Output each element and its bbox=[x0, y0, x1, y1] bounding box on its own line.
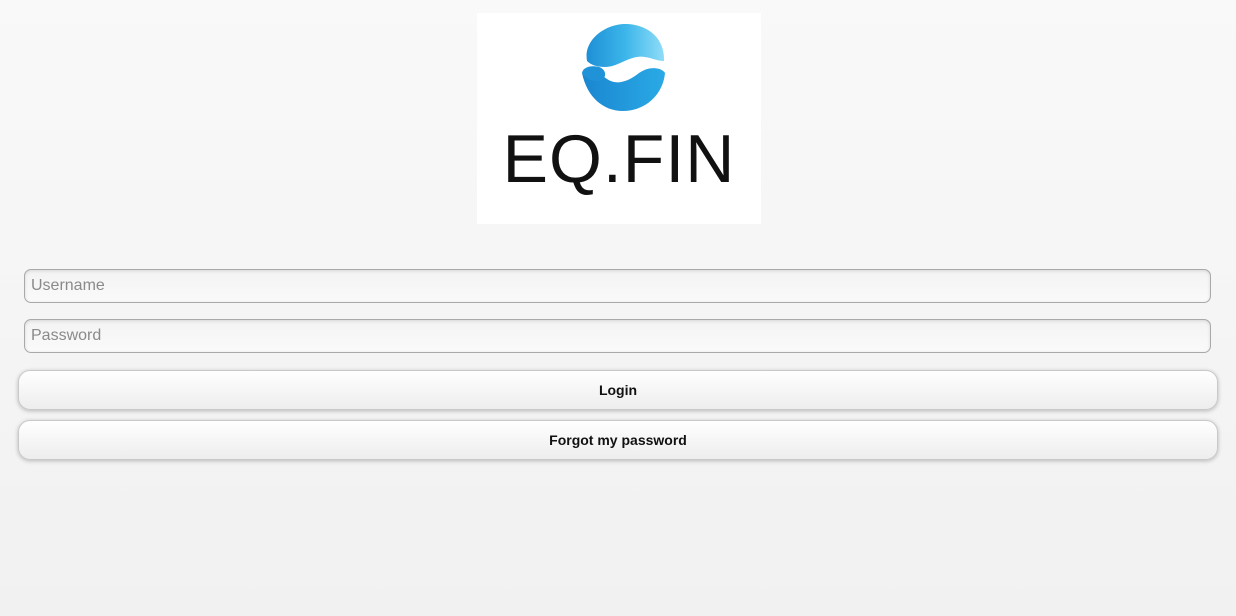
logo-wordmark: EQ.FIN bbox=[502, 121, 736, 197]
login-button[interactable]: Login bbox=[18, 370, 1218, 410]
password-input[interactable] bbox=[24, 319, 1211, 353]
forgot-password-button[interactable]: Forgot my password bbox=[18, 420, 1218, 460]
logo: EQ.FIN bbox=[477, 13, 761, 224]
username-input[interactable] bbox=[24, 269, 1211, 303]
eqfin-wave-logo-icon bbox=[582, 23, 665, 111]
